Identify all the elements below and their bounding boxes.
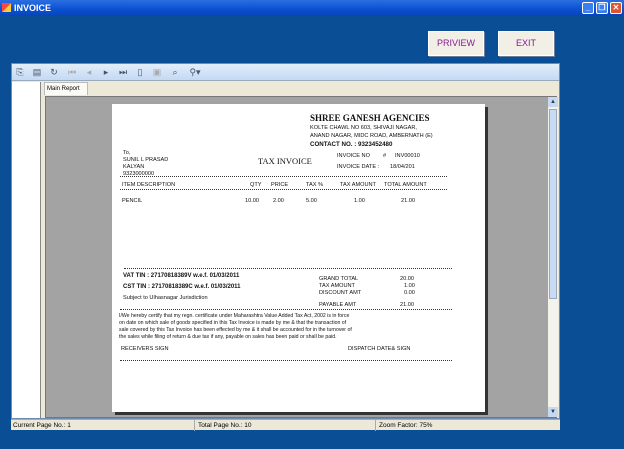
close-icon[interactable]: ✕ <box>610 2 622 14</box>
tax-amount-label: TAX AMOUNT <box>319 283 355 289</box>
first-page-icon[interactable]: ⏮ <box>67 67 77 77</box>
dispatch-sign: DISPATCH DATE& SIGN <box>348 346 411 352</box>
col-total-amount: TOTAL AMOUNT <box>384 182 427 188</box>
title-bar: INVOICE _ ❐ ✕ <box>0 0 624 16</box>
declaration-line: on date on which sale of goods specified… <box>119 320 347 326</box>
grand-total-value: 20.00 <box>400 276 414 282</box>
app-icon <box>2 3 11 12</box>
report-page: SHREE GANESH AGENCIES KOLTE CHAWL NO 603… <box>112 104 485 412</box>
declaration-line: sale covered by this Tax Invoice has bee… <box>119 327 352 333</box>
minimize-icon[interactable]: _ <box>582 2 594 14</box>
vertical-scrollbar[interactable]: ▲ ▼ <box>548 97 558 417</box>
next-page-icon[interactable]: ▸ <box>101 67 111 77</box>
report-canvas: SHREE GANESH AGENCIES KOLTE CHAWL NO 603… <box>45 96 558 418</box>
col-qty: QTY <box>250 182 262 188</box>
to-label: To, <box>123 150 131 156</box>
row-tax-percent: 5.00 <box>306 198 317 204</box>
invoice-no-label: INVOICE NO <box>337 153 370 159</box>
export-icon[interactable]: ⎘ <box>15 67 25 77</box>
window-title: INVOICE <box>14 3 52 13</box>
prev-page-icon[interactable]: ◂ <box>84 67 94 77</box>
contact-number: CONTACT NO. : 9323452480 <box>310 141 393 148</box>
declaration-line: I/We hereby certify that my regn. certif… <box>119 313 350 319</box>
group-tree-panel <box>12 82 41 418</box>
receivers-sign: RECEIVERS SIGN <box>121 346 169 352</box>
refresh-icon[interactable]: ↻ <box>49 67 59 77</box>
print-icon[interactable]: ▤ <box>32 67 42 77</box>
vat-tin: VAT TIN : 27170818389V w.e.f. 01/03/2011 <box>123 273 240 279</box>
scroll-down-icon[interactable]: ▼ <box>548 407 558 417</box>
invoice-no: INV00010 <box>395 153 420 159</box>
company-name: SHREE GANESH AGENCIES <box>310 113 430 123</box>
col-tax-percent: TAX % <box>306 182 323 188</box>
row-total-amount: 21.00 <box>401 198 415 204</box>
current-page: Current Page No.: 1 <box>13 422 71 429</box>
goto-page-icon[interactable]: ▯ <box>135 67 145 77</box>
find-icon[interactable]: ⌕ <box>170 67 180 77</box>
jurisdiction: Subject to Ulhasnagar Jurisdiction <box>123 295 208 301</box>
address-line-1: KOLTE CHAWL NO 603, SHIVAJI NAGAR, <box>310 125 417 131</box>
address-line-2: ANAND NAGAR, MIDC ROAD, AMBERNATH (E) <box>310 133 433 139</box>
payable-value: 21.00 <box>400 302 414 308</box>
zoom-factor: Zoom Factor: 75% <box>379 422 433 429</box>
row-qty: 10.00 <box>245 198 259 204</box>
col-price: PRICE <box>271 182 289 188</box>
grand-total-label: GRAND TOTAL <box>319 276 359 282</box>
status-bar: Current Page No.: 1 Total Page No.: 10 Z… <box>11 419 560 431</box>
row-price: 2.00 <box>273 198 284 204</box>
last-page-icon[interactable]: ⏭ <box>118 67 128 77</box>
preview-button[interactable]: PRIVIEW <box>428 31 484 56</box>
invoice-no-hash: # <box>383 153 387 159</box>
stop-icon[interactable]: ▣ <box>152 67 162 77</box>
discount-value: 0.00 <box>404 290 415 296</box>
report-viewer: ⎘ ▤ ↻ ⏮ ◂ ▸ ⏭ ▯ ▣ ⌕ ⚲▾ Main Report SHREE… <box>11 63 560 419</box>
invoice-date-label: INVOICE DATE : <box>337 164 380 170</box>
cst-tin: CST TIN : 27170818389C w.e.f. 01/03/2011 <box>123 284 241 290</box>
exit-button[interactable]: EXIT <box>498 31 554 56</box>
invoice-date: 18/04/201 <box>390 164 415 170</box>
scroll-up-icon[interactable]: ▲ <box>548 97 558 107</box>
zoom-icon[interactable]: ⚲▾ <box>187 67 203 77</box>
customer-name: SUNIL L PRASAD <box>123 157 169 163</box>
viewer-toolbar: ⎘ ▤ ↻ ⏮ ◂ ▸ ⏭ ▯ ▣ ⌕ ⚲▾ <box>12 64 559 81</box>
customer-city: KALYAN <box>123 164 145 170</box>
col-tax-amount: TAX AMOUNT <box>340 182 376 188</box>
tab-main-report[interactable]: Main Report <box>44 82 88 95</box>
restore-icon[interactable]: ❐ <box>596 2 608 14</box>
invoice-title: TAX INVOICE <box>258 156 312 166</box>
declaration-line: the sales while filing of return & due t… <box>119 334 337 340</box>
tax-amount-value: 1.00 <box>404 283 415 289</box>
row-tax-amount: 1.00 <box>354 198 365 204</box>
col-item-description: ITEM DESCRIPTION <box>122 182 176 188</box>
payable-label: PAYABLE AMT <box>319 302 357 308</box>
scroll-thumb[interactable] <box>549 109 557 299</box>
discount-label: DISCOUNT AMT <box>319 290 362 296</box>
row-item: PENCIL <box>122 198 143 204</box>
total-page: Total Page No.: 10 <box>198 422 252 429</box>
